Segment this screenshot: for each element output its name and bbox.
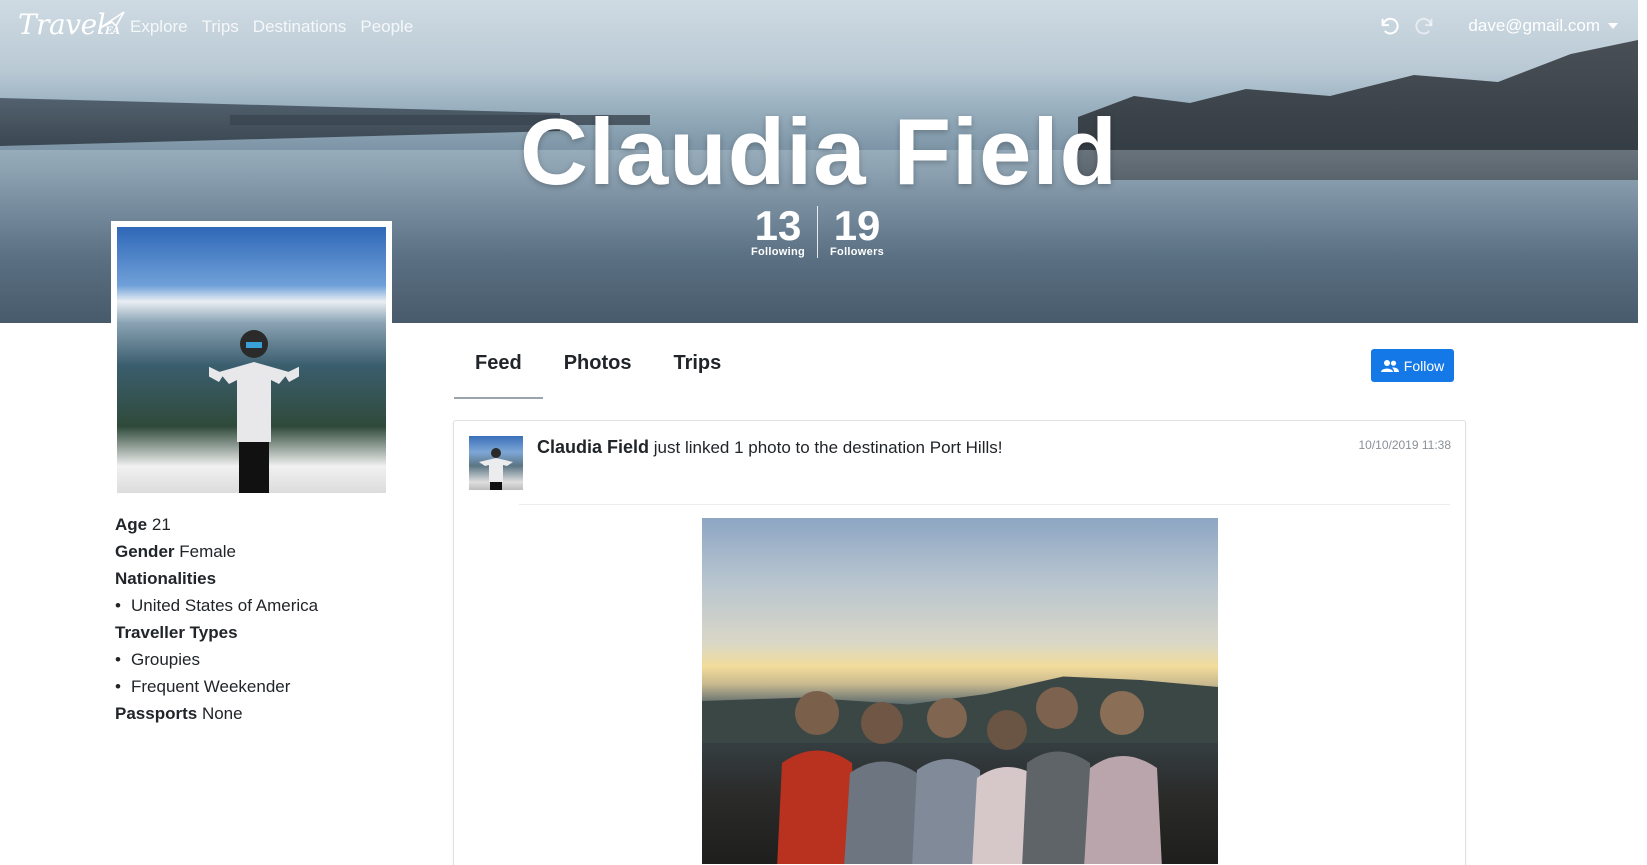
feed-photo[interactable]	[702, 518, 1218, 864]
following-label: Following	[751, 246, 806, 258]
profile-info: Age 21 Gender Female Nationalities Unite…	[115, 511, 405, 727]
feed-message: Claudia Field just linked 1 photo to the…	[537, 437, 1002, 458]
follow-stats: 13 Following 19 Followers	[745, 202, 890, 259]
feed-photo-people	[777, 687, 1162, 864]
age-label: Age	[115, 515, 148, 534]
profile-photo	[117, 227, 386, 493]
nationalities-label: Nationalities	[115, 569, 217, 588]
nav-link-explore[interactable]: Explore	[130, 17, 188, 37]
user-menu[interactable]: dave@gmail.com	[1468, 16, 1618, 36]
nav-links: Explore Trips Destinations People	[130, 17, 413, 37]
profile-photo-frame[interactable]	[111, 221, 392, 499]
tab-photos[interactable]: Photos	[543, 346, 653, 399]
gender-row: Gender Female	[115, 538, 405, 565]
followers-count: 19	[833, 202, 881, 249]
tab-feed[interactable]: Feed	[454, 346, 543, 399]
profile-photo-person	[209, 330, 299, 493]
passports-value: None	[201, 704, 243, 723]
nav-link-trips[interactable]: Trips	[202, 17, 239, 37]
feed-timestamp: 10/10/2019 11:38	[1358, 438, 1451, 452]
following-count: 13	[754, 202, 802, 249]
follow-button-label: Follow	[1403, 357, 1445, 374]
traveller-types-label: Traveller Types	[115, 623, 238, 642]
feed-divider	[519, 504, 1450, 505]
navbar: TravelEA Explore Trips Destinations Peop…	[0, 0, 1638, 54]
brand-name: Travel	[18, 8, 106, 41]
feed-author-name[interactable]: Claudia Field	[537, 437, 649, 457]
nav-link-destinations[interactable]: Destinations	[253, 17, 347, 37]
follow-button[interactable]: Follow	[1371, 349, 1454, 382]
tab-trips[interactable]: Trips	[652, 346, 742, 399]
followers-label: Followers	[830, 246, 885, 258]
nav-link-people[interactable]: People	[360, 17, 413, 37]
redo-icon[interactable]	[1414, 15, 1436, 37]
gender-value: Female	[179, 542, 236, 561]
profile-tabs: Feed Photos Trips	[454, 346, 742, 399]
nationalities-list: United States of America	[115, 592, 405, 619]
stat-divider	[817, 206, 819, 258]
traveller-type-item: Groupies	[115, 646, 405, 673]
plane-icon	[99, 11, 125, 29]
user-email: dave@gmail.com	[1468, 16, 1600, 35]
followers-stat[interactable]: 19 Followers	[824, 202, 890, 259]
age-value: 21	[151, 515, 171, 534]
feed-message-text: just linked 1 photo to the destination P…	[653, 438, 1003, 457]
traveller-types-list: Groupies Frequent Weekender	[115, 646, 405, 700]
chevron-down-icon	[1608, 23, 1618, 29]
nationality-item: United States of America	[115, 592, 405, 619]
nav-tools: dave@gmail.com	[1378, 15, 1618, 37]
feed-author-avatar[interactable]	[469, 436, 523, 490]
following-stat[interactable]: 13 Following	[745, 202, 811, 259]
traveller-type-item: Frequent Weekender	[115, 673, 405, 700]
undo-icon[interactable]	[1378, 15, 1400, 37]
passports-row: Passports None	[115, 700, 405, 727]
passports-label: Passports	[115, 704, 198, 723]
age-row: Age 21	[115, 511, 405, 538]
feed-item: Claudia Field just linked 1 photo to the…	[453, 420, 1466, 865]
profile-name: Claudia Field	[520, 99, 1118, 204]
feed-avatar-person	[479, 448, 513, 490]
users-icon	[1380, 359, 1399, 372]
brand-logo[interactable]: TravelEA	[18, 8, 125, 41]
gender-label: Gender	[115, 542, 175, 561]
